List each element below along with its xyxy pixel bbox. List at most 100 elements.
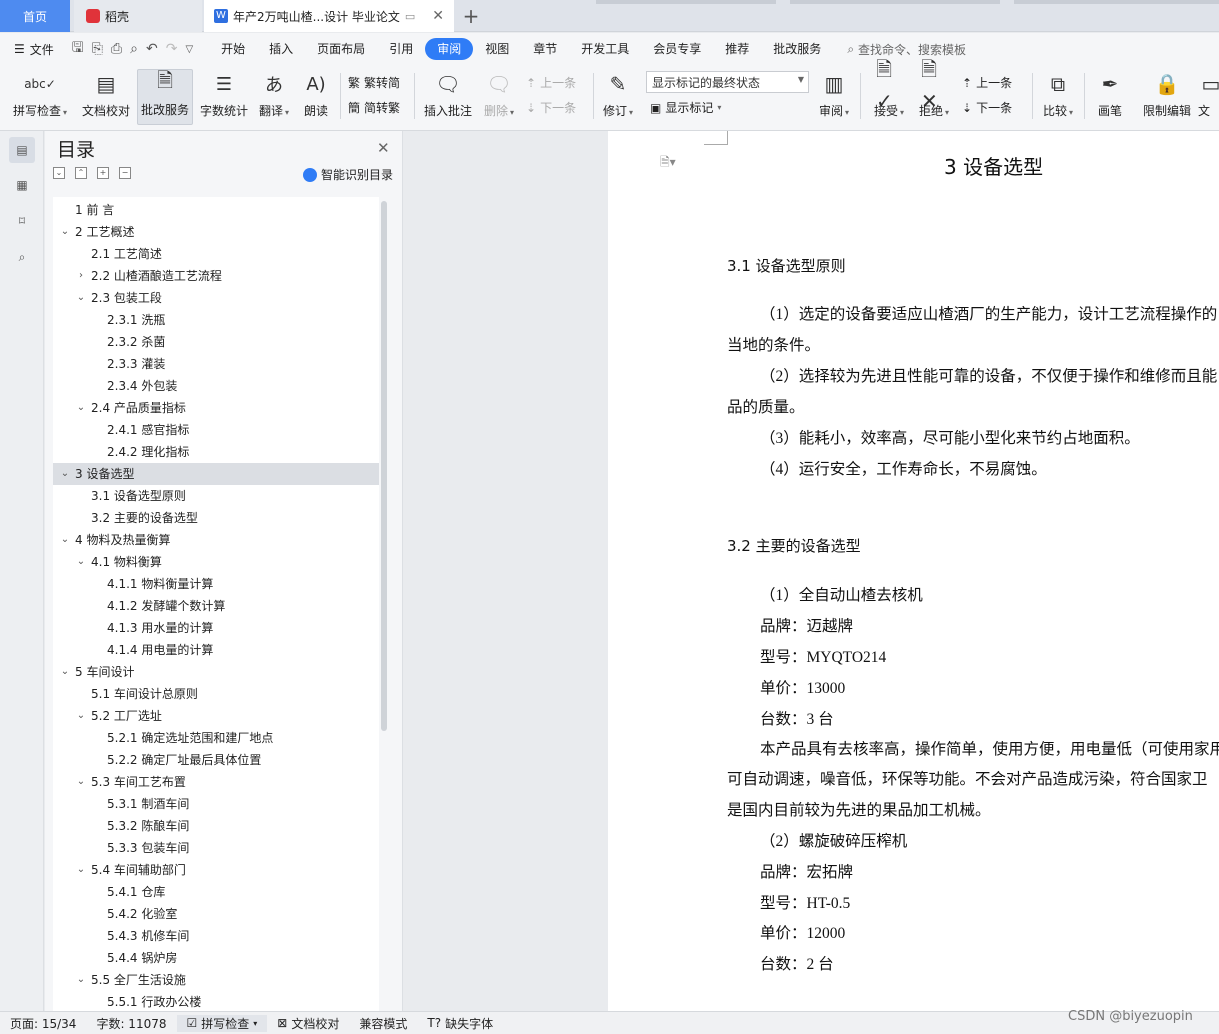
toc-item[interactable]: 5.3.2 陈酿车间 bbox=[53, 815, 379, 837]
chevron-down-icon[interactable]: ⌄ bbox=[59, 661, 71, 683]
correction-service-button[interactable]: 🗎 批改服务 bbox=[137, 68, 193, 125]
delete-comment-button[interactable]: 🗨 删除 ▾ bbox=[480, 69, 518, 125]
chevron-down-icon[interactable]: ⌄ bbox=[75, 771, 87, 793]
next-change-button[interactable]: ⇣ 下一条 bbox=[962, 99, 1012, 116]
doc-more-button[interactable]: ▭ 文 bbox=[1198, 69, 1219, 125]
toc-item[interactable]: 5.4.4 锅炉房 bbox=[53, 947, 379, 969]
tab-daoke[interactable]: 稻壳 bbox=[74, 0, 202, 32]
chevron-down-icon[interactable]: ⌄ bbox=[75, 551, 87, 573]
toc-item[interactable]: 2.3.3 灌装 bbox=[53, 353, 379, 375]
chevron-right-icon[interactable]: › bbox=[75, 265, 87, 287]
chevron-down-icon[interactable]: ⌄ bbox=[75, 397, 87, 419]
read-aloud-button[interactable]: A) 朗读 bbox=[298, 69, 334, 125]
remove-heading-icon[interactable]: − bbox=[119, 167, 131, 179]
accept-button[interactable]: 🗎✓ 接受 ▾ bbox=[868, 57, 910, 125]
word-count-button[interactable]: ☰ 字数统计 bbox=[196, 69, 252, 125]
menu-item[interactable]: 引用 bbox=[377, 38, 425, 60]
toc-item[interactable]: ⌄ 5.3 车间工艺布置 bbox=[53, 771, 379, 793]
toc-item[interactable]: ⌄ 3 设备选型 bbox=[53, 463, 379, 485]
toc-item[interactable]: 4.1.3 用水量的计算 bbox=[53, 617, 379, 639]
prev-change-button[interactable]: ⇡ 上一条 bbox=[962, 74, 1012, 91]
export-icon[interactable]: ⎘ bbox=[92, 41, 103, 57]
expand-all-icon[interactable]: ⌄ bbox=[53, 167, 65, 179]
restrict-edit-button[interactable]: 🔒 限制编辑 bbox=[1138, 69, 1196, 125]
toc-item[interactable]: › 2.2 山楂酒酿造工艺流程 bbox=[53, 265, 379, 287]
outline-icon[interactable]: ▦ bbox=[9, 172, 35, 198]
toc-item[interactable]: 4.1.4 用电量的计算 bbox=[53, 639, 379, 661]
toc-item[interactable]: 5.3.1 制酒车间 bbox=[53, 793, 379, 815]
file-menu[interactable]: ☰ 文件 bbox=[14, 41, 54, 58]
add-heading-icon[interactable]: + bbox=[97, 167, 109, 179]
doc-check-status[interactable]: ⊠ 文档校对 bbox=[267, 1015, 349, 1032]
document-page[interactable]: 🗎▾ 3 设备选型 3.1 设备选型原则 （1）选定的设备要适应山楂酒厂的生产能… bbox=[608, 131, 1219, 1011]
close-icon[interactable]: ✕ bbox=[377, 139, 390, 157]
toc-item[interactable]: 5.4.2 化验室 bbox=[53, 903, 379, 925]
toc-item[interactable]: 2.3.2 杀菌 bbox=[53, 331, 379, 353]
toc-scrollbar[interactable] bbox=[379, 197, 389, 1011]
toc-item[interactable]: 3.1 设备选型原则 bbox=[53, 485, 379, 507]
redo-icon[interactable]: ↷ bbox=[166, 41, 178, 57]
trad-to-simp-button[interactable]: 繁繁转简 bbox=[348, 74, 400, 91]
more-chevron-icon[interactable]: ▽ bbox=[185, 44, 193, 55]
compare-button[interactable]: ⧉ 比较 ▾ bbox=[1038, 69, 1078, 125]
save-icon[interactable]: 🖫 bbox=[72, 37, 84, 61]
toc-pane-icon[interactable]: ▤ bbox=[9, 137, 35, 163]
track-changes-button[interactable]: ✎ 修订 ▾ bbox=[598, 69, 638, 125]
chevron-down-icon[interactable]: ⌄ bbox=[75, 705, 87, 727]
spell-check-button[interactable]: abc✓ 拼写检查 ▾ bbox=[8, 69, 72, 125]
doc-check-button[interactable]: ▤ 文档校对 bbox=[78, 69, 134, 125]
chevron-down-icon[interactable]: ⌄ bbox=[59, 463, 71, 485]
toc-item[interactable]: ⌄ 5.5 全厂生活设施 bbox=[53, 969, 379, 991]
toc-item[interactable]: 5.4.1 仓库 bbox=[53, 881, 379, 903]
insert-comment-button[interactable]: 🗨 插入批注 bbox=[420, 69, 476, 125]
spell-check-toggle[interactable]: ☑ 拼写检查 ▾ bbox=[176, 1014, 268, 1032]
toc-item[interactable]: ⌄ 2.3 包装工段 bbox=[53, 287, 379, 309]
bookmark-icon[interactable]: ⌑ bbox=[9, 208, 35, 234]
page-options-icon[interactable]: 🗎▾ bbox=[660, 153, 676, 174]
close-tab-icon[interactable]: ✕ bbox=[432, 8, 444, 24]
command-search[interactable]: ⌕ 查找命令、搜索模板 bbox=[847, 41, 966, 58]
print-icon[interactable]: ⎙ bbox=[111, 41, 122, 57]
reject-button[interactable]: 🗎✕ 拒绝 ▾ bbox=[914, 57, 954, 125]
toc-item[interactable]: 5.2.2 确定厂址最后具体位置 bbox=[53, 749, 379, 771]
word-count-indicator[interactable]: 字数: 11078 bbox=[86, 1015, 176, 1032]
menu-item[interactable]: 页面布局 bbox=[305, 38, 377, 60]
menu-item[interactable]: 插入 bbox=[257, 38, 305, 60]
toc-item[interactable]: 5.4.3 机修车间 bbox=[53, 925, 379, 947]
next-comment-button[interactable]: ⇣ 下一条 bbox=[526, 99, 576, 116]
toc-item[interactable]: 2.4.1 感官指标 bbox=[53, 419, 379, 441]
tab-document[interactable]: W 年产2万吨山楂...设计 毕业论文 ▭ ✕ bbox=[204, 0, 454, 32]
compat-mode[interactable]: 兼容模式 bbox=[349, 1015, 417, 1032]
chevron-down-icon[interactable]: ⌄ bbox=[59, 221, 71, 243]
menu-item[interactable]: 推荐 bbox=[713, 38, 761, 60]
toc-scroll-thumb[interactable] bbox=[381, 201, 387, 731]
show-markup-button[interactable]: ▣ 显示标记 ▾ bbox=[650, 99, 721, 116]
pen-button[interactable]: ✒ 画笔 bbox=[1090, 69, 1130, 125]
toc-item[interactable]: 2.3.4 外包装 bbox=[53, 375, 379, 397]
menu-item[interactable]: 审阅 bbox=[425, 38, 474, 60]
toc-item[interactable]: ⌄ 5.2 工厂选址 bbox=[53, 705, 379, 727]
simp-to-trad-button[interactable]: 簡简转繁 bbox=[348, 99, 400, 116]
toc-item[interactable]: 5.1 车间设计总原则 bbox=[53, 683, 379, 705]
prev-comment-button[interactable]: ⇡ 上一条 bbox=[526, 74, 576, 91]
menu-item[interactable]: 开始 bbox=[209, 38, 257, 60]
toc-item[interactable]: 2.3.1 洗瓶 bbox=[53, 309, 379, 331]
toc-item[interactable]: 4.1.2 发酵罐个数计算 bbox=[53, 595, 379, 617]
toc-item[interactable]: 1 前 言 bbox=[53, 199, 379, 221]
toc-item[interactable]: ⌄ 4.1 物料衡算 bbox=[53, 551, 379, 573]
menu-item[interactable]: 开发工具 bbox=[569, 38, 641, 60]
preview-icon[interactable]: ⌕ bbox=[130, 41, 138, 57]
menu-item[interactable]: 会员专享 bbox=[641, 38, 713, 60]
toc-item[interactable]: 2.1 工艺简述 bbox=[53, 243, 379, 265]
toc-item[interactable]: 5.3.3 包装车间 bbox=[53, 837, 379, 859]
menu-item[interactable]: 批改服务 bbox=[761, 38, 833, 60]
toc-item[interactable]: 5.5.1 行政办公楼 bbox=[53, 991, 379, 1011]
chevron-down-icon[interactable]: ⌄ bbox=[75, 969, 87, 991]
menu-item[interactable]: 章节 bbox=[521, 38, 569, 60]
markup-state-select[interactable]: 显示标记的最终状态 ▼ bbox=[646, 71, 809, 93]
toc-item[interactable]: 4.1.1 物料衡量计算 bbox=[53, 573, 379, 595]
toc-item[interactable]: ⌄ 5.4 车间辅助部门 bbox=[53, 859, 379, 881]
review-pane-button[interactable]: ▥ 审阅 ▾ bbox=[814, 69, 854, 125]
translate-button[interactable]: あ翻译 ▾ bbox=[255, 69, 293, 125]
tab-home[interactable]: 首页 bbox=[0, 0, 70, 32]
